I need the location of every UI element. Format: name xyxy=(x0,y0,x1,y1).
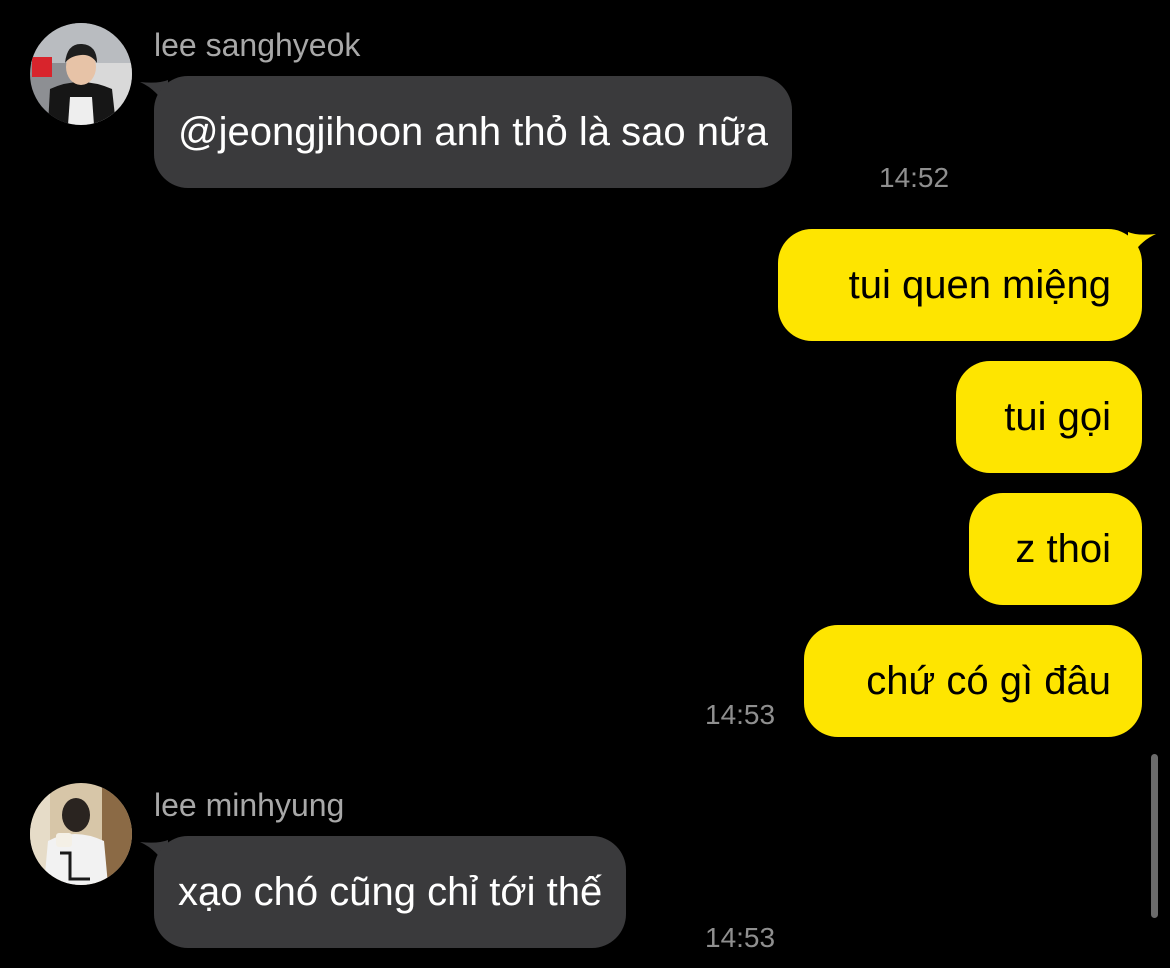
chat-view: lee sanghyeok @jeongjihoon anh thỏ là sa… xyxy=(0,0,1170,968)
message-timestamp: 14:53 xyxy=(705,699,776,730)
message-timestamp: 14:53 xyxy=(705,922,776,953)
sender-name: lee minhyung xyxy=(154,787,345,823)
sender-name: lee sanghyeok xyxy=(154,27,361,63)
profile-photo-icon xyxy=(30,23,132,125)
message-bubble[interactable]: tui quen miệng xyxy=(778,229,1142,341)
avatar[interactable] xyxy=(30,23,132,125)
message-bubble[interactable]: z thoi xyxy=(969,493,1142,605)
message-bubble[interactable]: xạo chó cũng chỉ tới thế xyxy=(154,836,627,948)
scrollbar[interactable] xyxy=(1151,754,1158,918)
profile-photo-icon xyxy=(30,783,132,885)
message-bubble[interactable]: chứ có gì đâu xyxy=(804,625,1142,737)
message-bubble[interactable]: @jeongjihoon anh thỏ là sao nữa xyxy=(154,76,793,188)
avatar[interactable] xyxy=(30,783,132,885)
message-bubble[interactable]: tui gọi xyxy=(956,361,1142,473)
message-timestamp: 14:52 xyxy=(879,162,950,193)
